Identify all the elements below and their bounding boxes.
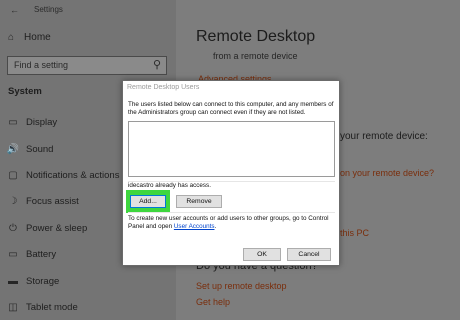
home-icon: ⌂ [8, 32, 15, 43]
setup-remote-desktop-link[interactable]: Set up remote desktop [196, 281, 287, 291]
add-button[interactable]: Add... [130, 195, 166, 208]
sidebar-item-label: Battery [26, 248, 57, 260]
monitor-icon: ▭ [8, 116, 18, 128]
partial-device-text: your remote device: [340, 131, 428, 142]
user-accounts-link[interactable]: User Accounts [174, 223, 215, 230]
note-suffix: . [214, 223, 217, 230]
back-arrow-icon[interactable]: ← [10, 5, 19, 15]
remove-button[interactable]: Remove [176, 195, 222, 208]
search-input[interactable]: Find a setting ⚲ [7, 56, 167, 75]
sidebar-item-home[interactable]: ⌂ Home [8, 32, 51, 43]
note-text: To create new user accounts or add users… [128, 215, 329, 230]
search-icon: ⚲ [152, 59, 161, 71]
section-heading-system: System [8, 86, 42, 97]
sidebar-item-storage[interactable]: ▬ Storage [0, 271, 176, 291]
sidebar-item-label: Notifications & actions [26, 169, 120, 181]
dialog-description: The users listed below can connect to th… [128, 101, 334, 116]
power-icon: ⏻ [9, 222, 17, 234]
search-placeholder: Find a setting [14, 60, 69, 70]
moon-icon: ☽ [8, 195, 18, 207]
page-subtitle: from a remote device [213, 51, 298, 61]
tablet-icon: ◫ [8, 301, 18, 313]
page-title: Remote Desktop [196, 28, 316, 45]
sidebar-item-label: Focus assist [26, 195, 79, 207]
divider [128, 181, 335, 182]
sidebar-item-label: Power & sleep [26, 222, 88, 234]
sidebar-item-label: Storage [26, 275, 60, 287]
home-label: Home [24, 32, 51, 43]
sidebar-item-label: Sound [26, 143, 54, 155]
window-title: Settings [34, 5, 63, 14]
speaker-icon: 🔊 [6, 143, 20, 155]
sidebar-item-label: Tablet mode [26, 301, 78, 313]
access-status-text: idecastro already has access. [128, 182, 211, 189]
notification-icon: ▢ [8, 169, 18, 181]
divider [128, 212, 335, 213]
partial-remote-link[interactable]: on your remote device? [340, 168, 434, 178]
user-accounts-note: To create new user accounts or add users… [128, 215, 336, 231]
sidebar-item-tablet-mode[interactable]: ◫ Tablet mode [0, 297, 176, 317]
partial-pc-link[interactable]: this PC [340, 228, 369, 238]
remote-desktop-users-dialog: Remote Desktop Users The users listed be… [122, 80, 340, 266]
get-help-link[interactable]: Get help [196, 297, 230, 307]
dialog-title: Remote Desktop Users [127, 84, 200, 91]
cancel-button[interactable]: Cancel [287, 248, 331, 261]
storage-icon: ▬ [8, 275, 18, 287]
user-list[interactable] [128, 121, 335, 177]
battery-icon: ▭ [8, 248, 18, 260]
sidebar-item-label: Display [26, 116, 58, 128]
ok-button[interactable]: OK [243, 248, 281, 261]
